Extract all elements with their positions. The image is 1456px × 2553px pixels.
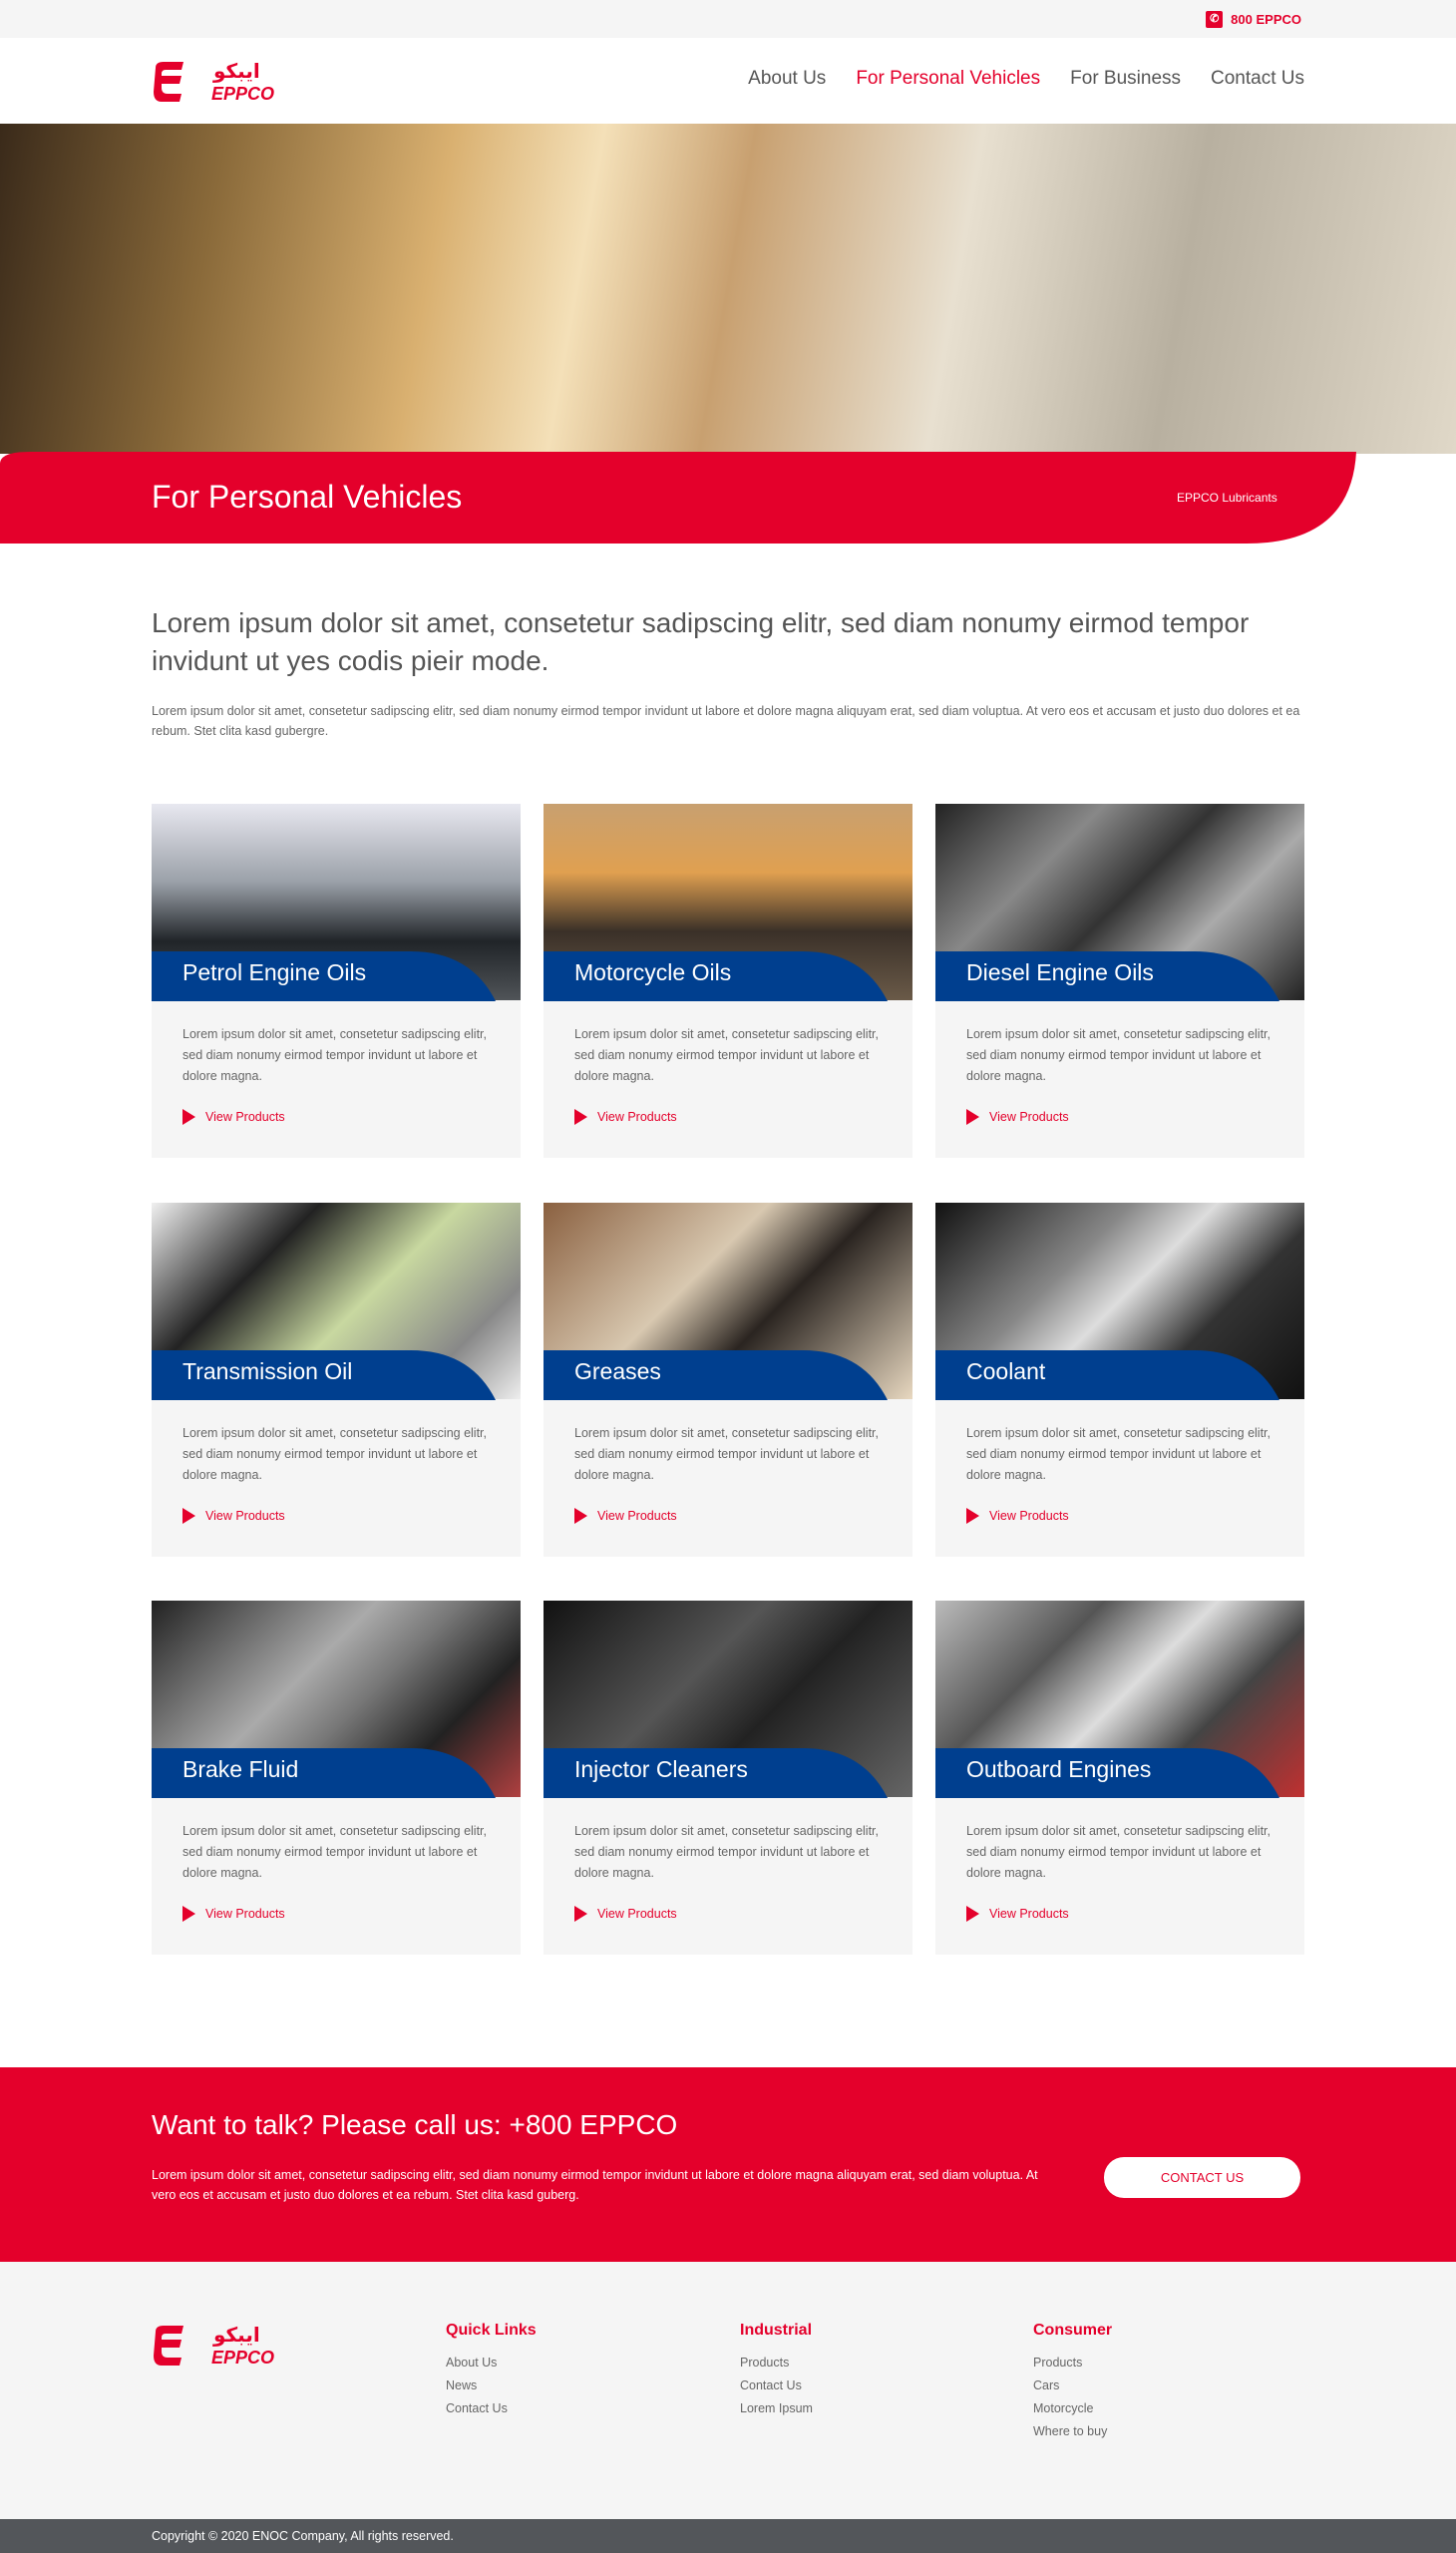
contact-cta: Want to talk? Please call us: +800 EPPCO… <box>0 2067 1456 2262</box>
footer-link[interactable]: Where to buy <box>1033 2420 1112 2443</box>
footer-link[interactable]: Contact Us <box>446 2397 537 2420</box>
card-text: Lorem ipsum dolor sit amet, consetetur s… <box>574 1824 879 1880</box>
svg-text:ايبكو: ايبكو <box>212 2323 260 2347</box>
view-products-link[interactable]: View Products <box>182 1906 285 1922</box>
eppco-logo[interactable]: ايبكو EPPCO <box>152 58 299 106</box>
view-products-link[interactable]: View Products <box>966 1109 1069 1125</box>
play-arrow-icon <box>574 1508 587 1524</box>
footer-col-industrial: Industrial Products Contact Us Lorem Ips… <box>740 2322 813 2420</box>
nav-personal-vehicles[interactable]: For Personal Vehicles <box>856 68 1040 90</box>
card-text: Lorem ipsum dolor sit amet, consetetur s… <box>182 1426 487 1482</box>
product-card[interactable]: Petrol Engine Oils Lorem ipsum dolor sit… <box>152 804 521 1158</box>
view-products-label: View Products <box>597 1509 677 1523</box>
footer-col-title: Quick Links <box>446 2322 537 2339</box>
svg-text:EPPCO: EPPCO <box>211 2348 274 2368</box>
svg-text:ايبكو: ايبكو <box>212 59 260 83</box>
contact-us-button[interactable]: CONTACT US <box>1104 2157 1300 2198</box>
view-products-link[interactable]: View Products <box>182 1109 285 1125</box>
card-title: Injector Cleaners <box>574 1756 748 1782</box>
page-title: For Personal Vehicles <box>152 479 463 515</box>
footer-link[interactable]: News <box>446 2374 537 2397</box>
phone-icon: ✆ <box>1206 11 1224 28</box>
view-products-label: View Products <box>989 1907 1069 1921</box>
card-text: Lorem ipsum dolor sit amet, consetetur s… <box>966 1426 1271 1482</box>
card-text: Lorem ipsum dolor sit amet, consetetur s… <box>574 1426 879 1482</box>
product-card[interactable]: Diesel Engine Oils Lorem ipsum dolor sit… <box>935 804 1304 1158</box>
play-arrow-icon <box>966 1508 979 1524</box>
footer-col-title: Industrial <box>740 2322 813 2339</box>
card-title: Greases <box>574 1358 661 1384</box>
play-arrow-icon <box>182 1109 195 1125</box>
nav-for-business[interactable]: For Business <box>1070 68 1181 90</box>
card-title: Petrol Engine Oils <box>182 959 367 985</box>
play-arrow-icon <box>182 1906 195 1922</box>
product-card[interactable]: Greases Lorem ipsum dolor sit amet, cons… <box>544 1203 912 1557</box>
view-products-label: View Products <box>597 1110 677 1124</box>
product-card[interactable]: Coolant Lorem ipsum dolor sit amet, cons… <box>935 1203 1304 1557</box>
footer-col-quick-links: Quick Links About Us News Contact Us <box>446 2322 537 2420</box>
view-products-label: View Products <box>597 1907 677 1921</box>
nav-contact-us[interactable]: Contact Us <box>1211 68 1304 90</box>
footer-link[interactable]: Contact Us <box>740 2374 813 2397</box>
view-products-link[interactable]: View Products <box>574 1109 677 1125</box>
play-arrow-icon <box>574 1906 587 1922</box>
nav-about-us[interactable]: About Us <box>748 68 826 90</box>
view-products-label: View Products <box>205 1907 285 1921</box>
hero-image <box>0 124 1456 454</box>
footer-link[interactable]: Products <box>740 2352 813 2374</box>
footer: ايبكو EPPCO Quick Links About Us News Co… <box>0 2262 1456 2519</box>
card-text: Lorem ipsum dolor sit amet, consetetur s… <box>966 1824 1271 1880</box>
footer-link[interactable]: Cars <box>1033 2374 1112 2397</box>
footer-link[interactable]: About Us <box>446 2352 537 2374</box>
card-text: Lorem ipsum dolor sit amet, consetetur s… <box>182 1027 487 1083</box>
card-title: Diesel Engine Oils <box>966 959 1154 985</box>
intro-text: Lorem ipsum dolor sit amet, consetetur s… <box>152 704 1300 738</box>
main-nav: About Us For Personal Vehicles For Busin… <box>748 68 1304 90</box>
footer-link[interactable]: Lorem Ipsum <box>740 2397 813 2420</box>
cta-heading: Want to talk? Please call us: +800 EPPCO <box>152 2109 678 2140</box>
play-arrow-icon <box>966 1906 979 1922</box>
footer-col-consumer: Consumer Products Cars Motorcycle Where … <box>1033 2322 1112 2443</box>
card-title: Motorcycle Oils <box>574 959 732 985</box>
footer-link[interactable]: Products <box>1033 2352 1112 2374</box>
view-products-link[interactable]: View Products <box>182 1508 285 1524</box>
view-products-link[interactable]: View Products <box>574 1906 677 1922</box>
phone-number: 800 EPPCO <box>1231 12 1301 27</box>
view-products-link[interactable]: View Products <box>966 1906 1069 1922</box>
footer-link[interactable]: Motorcycle <box>1033 2397 1112 2420</box>
svg-text:EPPCO: EPPCO <box>211 84 274 104</box>
view-products-label: View Products <box>205 1509 285 1523</box>
product-card[interactable]: Motorcycle Oils Lorem ipsum dolor sit am… <box>544 804 912 1158</box>
view-products-link[interactable]: View Products <box>574 1508 677 1524</box>
play-arrow-icon <box>574 1109 587 1125</box>
view-products-label: View Products <box>989 1509 1069 1523</box>
breadcrumb[interactable]: EPPCO Lubricants <box>1177 491 1277 505</box>
copyright: Copyright © 2020 ENOC Company, All right… <box>0 2519 1456 2553</box>
footer-col-title: Consumer <box>1033 2322 1113 2339</box>
intro-heading: Lorem ipsum dolor sit amet, consetetur s… <box>152 607 1250 676</box>
product-card[interactable]: Transmission Oil Lorem ipsum dolor sit a… <box>152 1203 521 1557</box>
card-title: Coolant <box>966 1358 1046 1384</box>
card-text: Lorem ipsum dolor sit amet, consetetur s… <box>966 1027 1271 1083</box>
phone-link[interactable]: ✆ 800 EPPCO <box>1206 11 1301 28</box>
card-text: Lorem ipsum dolor sit amet, consetetur s… <box>574 1027 879 1083</box>
play-arrow-icon <box>966 1109 979 1125</box>
product-card[interactable]: Outboard Engines Lorem ipsum dolor sit a… <box>935 1601 1304 1955</box>
view-products-label: View Products <box>989 1110 1069 1124</box>
card-title: Transmission Oil <box>182 1358 353 1384</box>
product-card[interactable]: Injector Cleaners Lorem ipsum dolor sit … <box>544 1601 912 1955</box>
card-title: Brake Fluid <box>182 1756 299 1782</box>
top-bar: ✆ 800 EPPCO <box>0 0 1456 38</box>
cta-text: Lorem ipsum dolor sit amet, consetetur s… <box>152 2168 1038 2202</box>
footer-logo[interactable]: ايبكو EPPCO <box>152 2322 299 2370</box>
product-card[interactable]: Brake Fluid Lorem ipsum dolor sit amet, … <box>152 1601 521 1955</box>
play-arrow-icon <box>182 1508 195 1524</box>
view-products-label: View Products <box>205 1110 285 1124</box>
card-text: Lorem ipsum dolor sit amet, consetetur s… <box>182 1824 487 1880</box>
view-products-link[interactable]: View Products <box>966 1508 1069 1524</box>
header: ايبكو EPPCO About Us For Personal Vehicl… <box>0 38 1456 124</box>
card-title: Outboard Engines <box>966 1756 1152 1782</box>
